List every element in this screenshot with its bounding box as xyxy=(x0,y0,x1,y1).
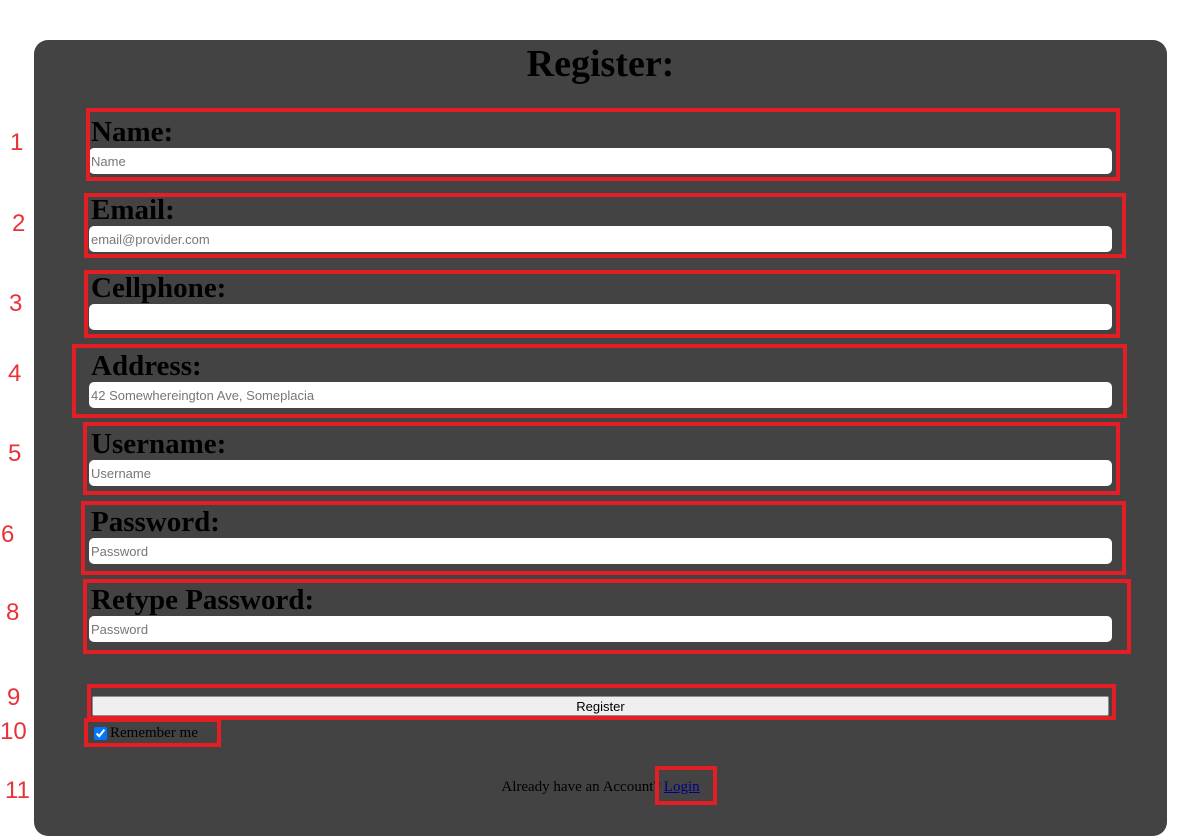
login-prompt-text: Already have an Account? xyxy=(501,779,661,795)
annotation-number-1: 1 xyxy=(10,129,24,156)
annotation-number-4: 4 xyxy=(8,360,22,387)
login-link[interactable]: Login xyxy=(664,779,700,795)
password-input[interactable] xyxy=(89,538,1112,564)
cellphone-label: Cellphone: xyxy=(91,272,227,304)
name-input[interactable] xyxy=(89,148,1112,174)
annotation-number-5: 5 xyxy=(8,440,22,467)
annotation-number-6: 6 xyxy=(1,521,15,548)
username-input[interactable] xyxy=(89,460,1112,486)
retype-password-label: Retype Password: xyxy=(91,584,315,616)
register-button[interactable]: Register xyxy=(92,696,1109,716)
username-label: Username: xyxy=(91,428,227,460)
address-input[interactable] xyxy=(89,382,1112,408)
page: Register: Name: Email: Cellphone: Addres… xyxy=(0,0,1199,838)
annotation-number-2: 2 xyxy=(12,210,26,237)
cellphone-input[interactable] xyxy=(89,304,1112,330)
retype-password-input[interactable] xyxy=(89,616,1112,642)
annotation-number-3: 3 xyxy=(9,290,23,317)
remember-me-label: Remember me xyxy=(110,724,198,741)
page-title: Register: xyxy=(526,43,675,85)
annotation-number-10: 10 xyxy=(0,718,27,745)
remember-me[interactable]: Remember me xyxy=(94,723,198,743)
annotation-number-8: 8 xyxy=(6,599,20,626)
email-label: Email: xyxy=(91,194,175,226)
remember-me-checkbox[interactable] xyxy=(94,726,107,740)
annotation-number-11: 11 xyxy=(5,777,30,804)
password-label: Password: xyxy=(91,506,220,538)
annotation-number-9: 9 xyxy=(7,684,21,711)
address-label: Address: xyxy=(91,350,202,382)
email-input[interactable] xyxy=(89,226,1112,252)
name-label: Name: xyxy=(91,116,174,148)
login-prompt: Already have an Account? Login xyxy=(34,777,1167,797)
